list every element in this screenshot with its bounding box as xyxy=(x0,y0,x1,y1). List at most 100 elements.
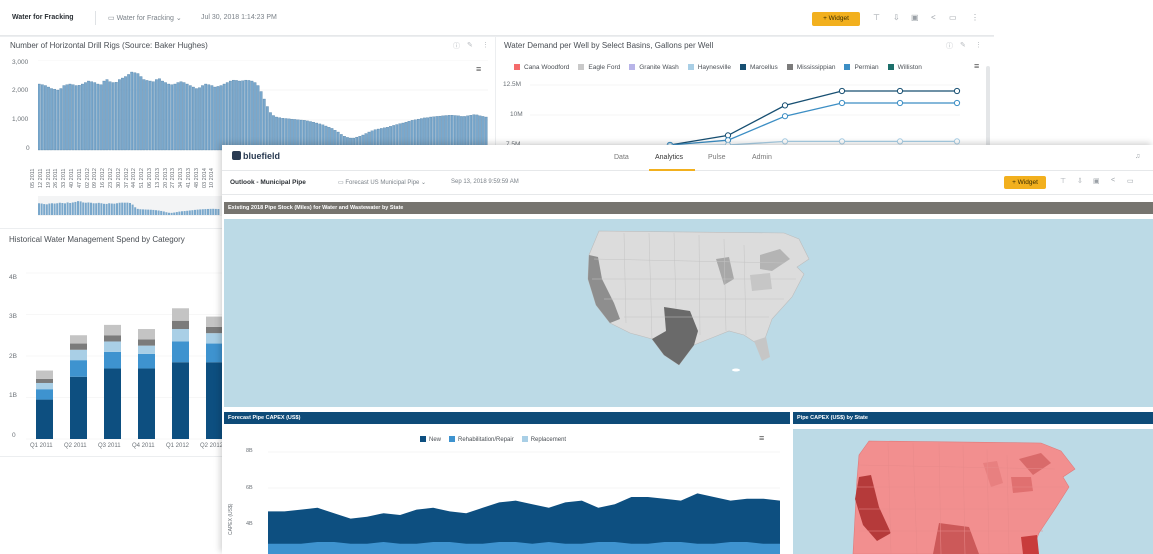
x-tick-label: Q3 2011 xyxy=(98,443,121,449)
chart-menu-icon[interactable]: ≡ xyxy=(974,61,979,71)
more-icon[interactable]: ⋮ xyxy=(975,41,982,49)
hist-stacked-bar-chart xyxy=(26,272,222,440)
more-icon[interactable]: ⋮ xyxy=(971,13,979,22)
data-point[interactable] xyxy=(781,102,789,109)
navigator-bar xyxy=(100,203,103,215)
edit-icon[interactable]: ✎ xyxy=(960,41,966,49)
rig-bar xyxy=(241,80,245,151)
x-tick-label: Q2 2011 xyxy=(64,443,87,449)
scrollbar[interactable] xyxy=(986,66,990,150)
rig-bar xyxy=(256,85,260,151)
rig-bar xyxy=(127,74,130,151)
capex-state-widget-header: Pipe CAPEX (US$) by State xyxy=(793,412,1153,424)
present-icon[interactable]: ▭ xyxy=(949,13,957,22)
navigator-bar xyxy=(188,210,191,215)
legend-item[interactable]: Eagle Ford xyxy=(578,64,620,71)
data-point[interactable] xyxy=(953,99,961,107)
nav-tab-pulse[interactable]: Pulse xyxy=(708,154,726,161)
navigator-bar xyxy=(142,209,144,215)
info-icon[interactable]: ⓘ xyxy=(453,41,460,51)
state-pennsylvania[interactable] xyxy=(750,273,772,291)
pipe-stock-map[interactable] xyxy=(224,219,1153,407)
x-tick-label: 10 2014 xyxy=(209,168,216,188)
data-point[interactable] xyxy=(838,87,846,95)
rig-bar xyxy=(238,80,241,151)
rigs-chart-title: Number of Horizontal Drill Rigs (Source:… xyxy=(10,41,208,50)
dashboard-selector[interactable]: ▭ Forecast US Municipal Pipe ⌄ xyxy=(338,179,426,186)
chart-menu-icon[interactable]: ≡ xyxy=(759,433,764,443)
capex-y-axis-title: CAPEX (US$) xyxy=(228,503,234,535)
legend-label: Marcellus xyxy=(749,64,778,71)
legend-item[interactable]: Replacement xyxy=(521,436,566,443)
rig-bar xyxy=(133,72,137,151)
legend-label: Rehabilitation/Repair xyxy=(458,437,514,443)
bell-icon[interactable]: ♫ xyxy=(1135,153,1140,160)
legend-item[interactable]: Permian xyxy=(844,64,879,71)
x-tick-label: 09 2012 xyxy=(92,168,99,188)
legend-item[interactable]: Cana Woodford xyxy=(514,64,569,71)
rig-bar xyxy=(93,82,97,151)
navigator-bar xyxy=(61,203,64,215)
data-point[interactable] xyxy=(781,138,789,145)
data-point[interactable] xyxy=(953,87,961,95)
state-florida[interactable] xyxy=(1021,535,1039,554)
legend-item[interactable]: Granite Wash xyxy=(629,64,679,71)
edit-icon[interactable]: ✎ xyxy=(467,41,473,49)
data-point[interactable] xyxy=(953,138,961,145)
screen: Water for Fracking ▭ Water for Fracking … xyxy=(0,0,1153,554)
state-florida[interactable] xyxy=(754,337,770,361)
filter-icon[interactable]: ⊤ xyxy=(873,13,880,22)
data-point[interactable] xyxy=(838,138,846,145)
data-point[interactable] xyxy=(838,99,846,107)
rig-bar xyxy=(198,87,201,151)
capex-legend: New Rehabilitation/Repair Replacement xyxy=(420,436,670,446)
add-widget-button[interactable]: + Widget xyxy=(812,12,860,26)
data-point[interactable] xyxy=(896,87,904,95)
y-tick-label: 2,000 xyxy=(12,87,29,94)
legend-item[interactable]: Williston xyxy=(887,64,922,71)
nav-tab-admin[interactable]: Admin xyxy=(752,154,772,161)
dashboard-selector[interactable]: ▭ Water for Fracking ⌄ xyxy=(108,14,182,22)
state-hawaii[interactable] xyxy=(732,368,740,372)
state-pennsylvania[interactable] xyxy=(1011,477,1033,493)
brand-logo[interactable]: bluefield xyxy=(232,151,280,161)
legend-swatch xyxy=(578,64,585,70)
navigator-bar xyxy=(66,202,69,215)
rigs-navigator[interactable] xyxy=(38,196,222,216)
more-icon[interactable]: ⋮ xyxy=(482,41,489,49)
navigator-bar xyxy=(134,207,137,215)
legend-item[interactable]: New xyxy=(420,436,441,443)
legend-item[interactable]: Mississippian xyxy=(786,64,835,71)
embed-icon[interactable]: ▣ xyxy=(1093,177,1100,185)
info-icon[interactable]: ⓘ xyxy=(946,41,953,51)
embed-icon[interactable]: ▣ xyxy=(911,13,919,22)
stacked-bar-segment xyxy=(104,351,121,369)
rig-bar xyxy=(232,79,235,151)
download-icon[interactable]: ⇩ xyxy=(1077,177,1083,185)
legend-item[interactable]: Rehabilitation/Repair xyxy=(449,436,514,443)
add-widget-button[interactable]: + Widget xyxy=(1004,176,1046,189)
nav-tab-analytics[interactable]: Analytics xyxy=(655,154,683,161)
navigator-bar xyxy=(152,209,155,215)
stacked-bar-segment xyxy=(70,349,87,361)
download-icon[interactable]: ⇩ xyxy=(893,13,900,22)
share-icon[interactable]: < xyxy=(931,13,936,22)
share-icon[interactable]: < xyxy=(1111,177,1115,184)
rig-bar xyxy=(219,85,223,151)
data-point[interactable] xyxy=(781,113,789,120)
stacked-bar-segment xyxy=(138,345,155,354)
capex-state-map[interactable] xyxy=(793,429,1153,554)
data-point[interactable] xyxy=(896,138,904,145)
nav-tab-data[interactable]: Data xyxy=(614,154,629,161)
filter-icon[interactable]: ⊤ xyxy=(1060,177,1066,185)
rig-bar xyxy=(68,83,72,151)
present-icon[interactable]: ▭ xyxy=(1127,177,1134,185)
data-point[interactable] xyxy=(896,99,904,107)
rig-bar xyxy=(77,85,81,151)
rig-bar xyxy=(38,83,41,151)
legend-item[interactable]: Marcellus xyxy=(739,64,778,71)
stacked-bar-segment xyxy=(138,329,155,340)
navigator-bar xyxy=(110,203,113,215)
legend-item[interactable]: Haynesville xyxy=(687,64,731,71)
x-tick-label: 02 2012 xyxy=(84,168,91,188)
